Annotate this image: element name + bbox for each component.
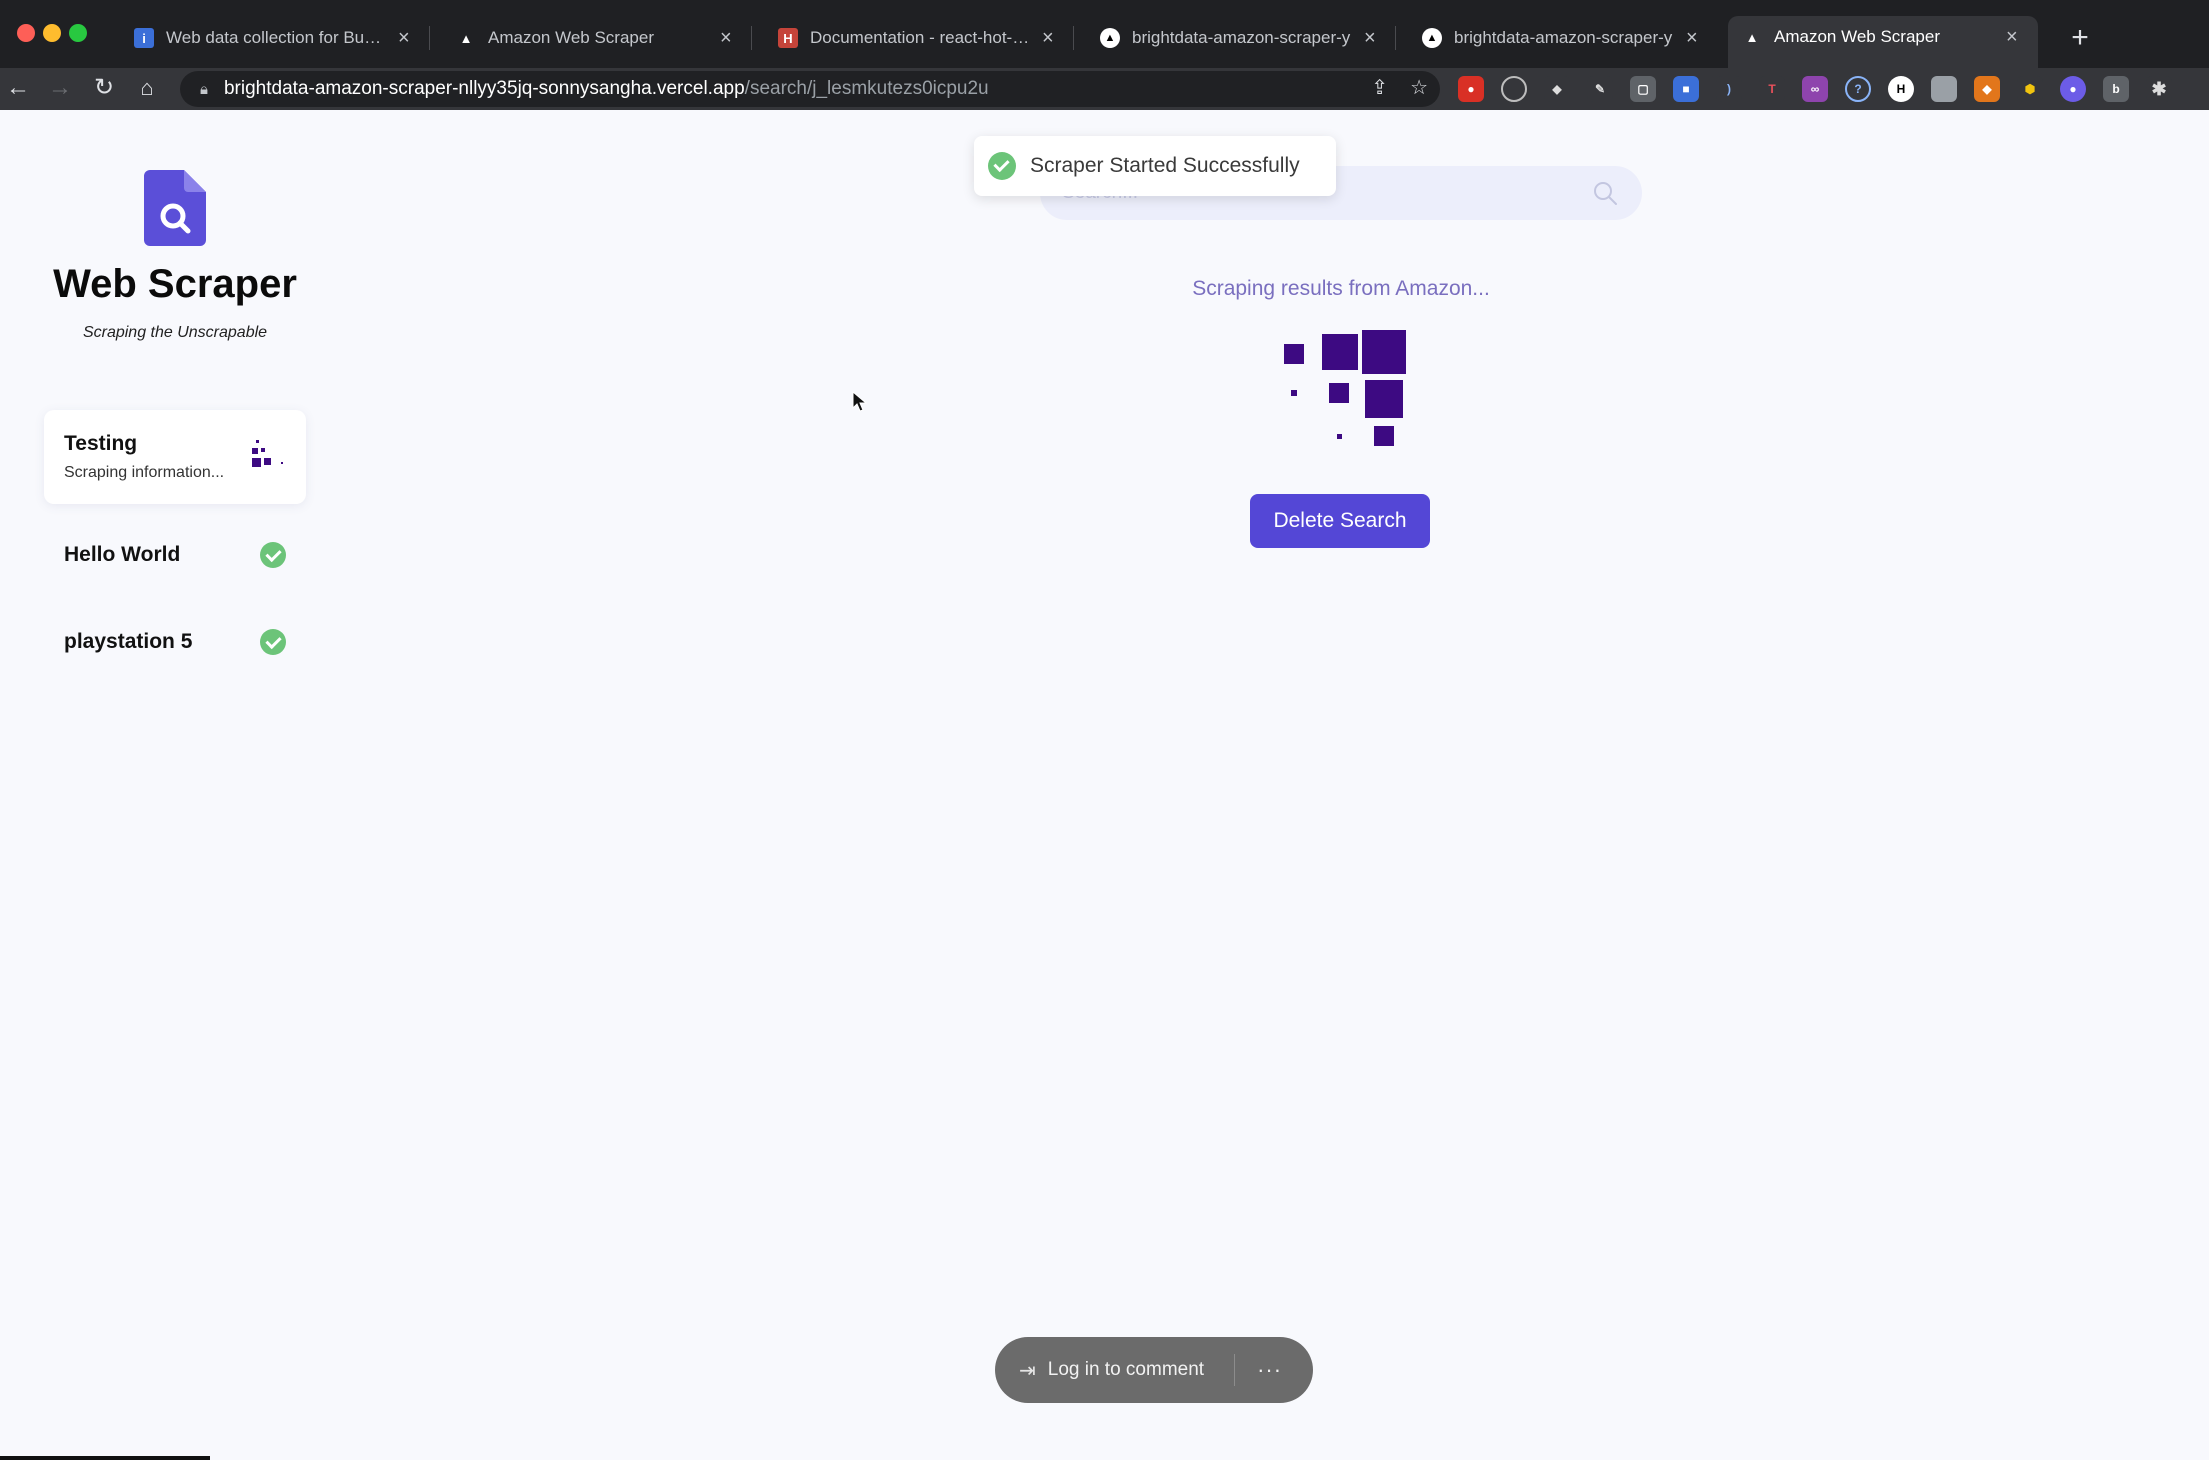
extension-icon[interactable]: ● — [1458, 76, 1484, 102]
search-item-title: Hello World — [64, 543, 181, 566]
extension-icon[interactable]: H — [1888, 76, 1914, 102]
extension-icon[interactable] — [1501, 76, 1527, 102]
extension-icon[interactable]: ∞ — [1802, 76, 1828, 102]
close-tab-icon[interactable]: × — [720, 27, 738, 50]
url-host: brightdata-amazon-scraper-nllyy35jq-sonn… — [223, 78, 745, 99]
vercel-icon: ▲ — [1100, 28, 1120, 48]
react-hot-toast-icon: H — [778, 28, 798, 48]
app-tagline: Scraping the Unscrapable — [82, 324, 268, 341]
scraping-status-text: Scraping results from Amazon... — [1192, 277, 1490, 300]
back-arrow-icon[interactable]: ← — [2, 72, 34, 104]
share-icon[interactable]: ⇪ — [1371, 75, 1388, 100]
loading-spinner-icon — [252, 440, 286, 474]
bottom-edge-bar — [0, 1456, 210, 1460]
close-tab-icon[interactable]: × — [1364, 27, 1382, 50]
check-circle-icon — [988, 152, 1016, 180]
extension-icon[interactable]: ▢ — [1630, 76, 1656, 102]
extension-icon[interactable]: b — [2103, 76, 2129, 102]
browser-tab-active[interactable]: ▲ Amazon Web Scraper × — [1728, 16, 2038, 68]
search-item-status-text: Scraping information... — [64, 464, 225, 481]
reload-icon[interactable]: ↻ — [88, 72, 120, 104]
tab-title: brightdata-amazon-scraper-y — [1454, 28, 1673, 47]
web-scraper-app: Web Scraper Scraping the Unscrapable Tes… — [0, 110, 2209, 1460]
loading-squares-icon — [1276, 330, 1416, 470]
extension-icon[interactable]: ⬢ — [2017, 76, 2043, 102]
bookmark-star-icon[interactable]: ☆ — [1410, 75, 1428, 100]
close-tab-icon[interactable]: × — [2006, 26, 2024, 49]
close-window-button[interactable] — [17, 24, 35, 42]
browser-chrome: i Web data collection for Busine × ▲ Ama… — [0, 0, 2209, 110]
search-item-testing[interactable]: Testing Scraping information... — [44, 410, 306, 504]
browser-toolbar: ← → ↻ ⌂ 🔒︎ brightdata-amazon-scraper-nll… — [0, 68, 2209, 110]
extension-icon[interactable] — [1931, 76, 1957, 102]
toast-message: Scraper Started Successfully — [1030, 154, 1300, 177]
address-bar[interactable]: 🔒︎ brightdata-amazon-scraper-nllyy35jq-s… — [180, 71, 1440, 107]
search-item-playstation-5[interactable]: playstation 5 — [44, 595, 306, 689]
browser-tab[interactable]: i Web data collection for Busine × — [120, 18, 430, 58]
sidebar: Web Scraper Scraping the Unscrapable Tes… — [0, 110, 350, 1460]
search-icon[interactable] — [1592, 180, 1618, 206]
minimize-window-button[interactable] — [43, 24, 61, 42]
tab-title: brightdata-amazon-scraper-y — [1132, 28, 1351, 47]
close-tab-icon[interactable]: × — [1042, 27, 1060, 50]
bright-data-icon: i — [134, 28, 154, 48]
extensions-row: ● ◆ ✎ ▢ ■ ) T ∞ ? H ◆ ⬢ ● b ✱ — [1458, 76, 2172, 102]
search-item-title: playstation 5 — [64, 630, 193, 653]
close-tab-icon[interactable]: × — [1686, 27, 1704, 50]
log-in-to-comment-button[interactable]: Log in to comment — [1048, 1359, 1204, 1381]
forward-arrow-icon[interactable]: → — [44, 72, 76, 104]
url-path: /search/j_lesmkutezs0icpu2u — [744, 78, 989, 99]
extension-icon[interactable]: ) — [1716, 76, 1742, 102]
app-title: Web Scraper — [53, 262, 297, 306]
browser-tab[interactable]: ▲ brightdata-amazon-scraper-y × — [1408, 18, 1718, 58]
tab-strip: i Web data collection for Busine × ▲ Ama… — [0, 0, 2209, 68]
tab-title: Web data collection for Busine — [166, 28, 386, 47]
vercel-icon: ▲ — [459, 30, 473, 46]
extension-icon[interactable]: T — [1759, 76, 1785, 102]
toast-notification: Scraper Started Successfully — [974, 136, 1336, 196]
home-icon[interactable]: ⌂ — [131, 72, 163, 104]
delete-search-button[interactable]: Delete Search — [1250, 494, 1430, 548]
browser-tab[interactable]: ▲ brightdata-amazon-scraper-y × — [1086, 18, 1396, 58]
search-item-title: Testing — [64, 432, 138, 455]
document-search-logo-icon — [144, 170, 206, 246]
metamask-icon[interactable]: ◆ — [1974, 76, 2000, 102]
puzzle-extensions-icon[interactable]: ✱ — [2146, 76, 2172, 102]
extension-icon[interactable]: ■ — [1673, 76, 1699, 102]
vercel-comment-toolbar: ⇥ Log in to comment ··· — [995, 1337, 1313, 1403]
extension-icon[interactable]: ✎ — [1587, 76, 1613, 102]
login-icon: ⇥ — [1019, 1359, 1036, 1382]
check-circle-icon — [260, 629, 286, 655]
tab-title: Documentation - react-hot-toa — [810, 28, 1030, 47]
maximize-window-button[interactable] — [69, 24, 87, 42]
search-item-hello-world[interactable]: Hello World — [44, 508, 306, 602]
extension-icon[interactable]: ◆ — [1544, 76, 1570, 102]
check-circle-icon — [260, 542, 286, 568]
new-tab-button[interactable]: + — [2063, 22, 2097, 56]
lock-icon: 🔒︎ — [200, 80, 208, 98]
tab-title: Amazon Web Scraper — [488, 28, 654, 47]
browser-tab[interactable]: H Documentation - react-hot-toa × — [764, 18, 1074, 58]
close-tab-icon[interactable]: × — [398, 27, 416, 50]
extension-icon[interactable]: ? — [1845, 76, 1871, 102]
extension-icon[interactable]: ● — [2060, 76, 2086, 102]
tab-title: Amazon Web Scraper — [1774, 27, 1940, 46]
vercel-icon: ▲ — [1422, 28, 1442, 48]
browser-tab[interactable]: ▲ Amazon Web Scraper × — [442, 18, 752, 58]
vercel-icon: ▲ — [1745, 29, 1759, 45]
more-options-icon[interactable]: ··· — [1257, 1357, 1282, 1383]
mouse-cursor-icon — [852, 391, 868, 412]
